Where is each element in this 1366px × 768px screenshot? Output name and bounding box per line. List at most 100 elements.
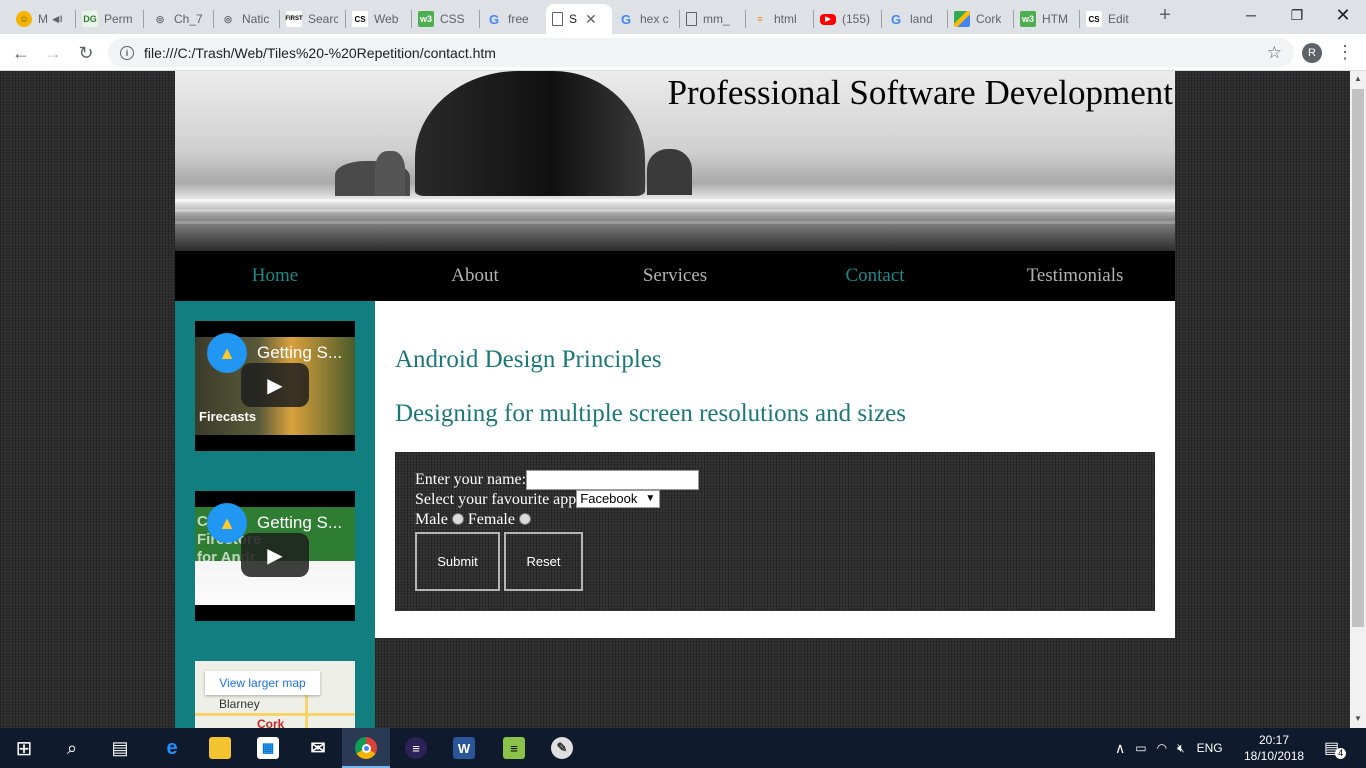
taskbar-eclipse[interactable]: ≡ <box>392 728 440 768</box>
close-window-button[interactable]: ✕ <box>1320 0 1366 30</box>
video-title[interactable]: Getting S... <box>257 343 342 363</box>
female-radio[interactable] <box>518 513 531 525</box>
taskbar-store[interactable]: ▦ <box>244 728 292 768</box>
browser-tab[interactable]: CS Edit <box>1080 4 1144 34</box>
browser-tab[interactable]: S ✕ <box>546 4 612 34</box>
browser-tab[interactable]: ◎ Ch_7 <box>146 4 212 34</box>
play-icon: ▶ <box>267 374 283 397</box>
browser-tab[interactable]: DG Perm <box>76 4 142 34</box>
tab-title: Web <box>374 12 399 26</box>
task-view-button[interactable]: ▤ <box>96 728 144 768</box>
taskbar-notepad-plus[interactable]: ≡ <box>490 728 538 768</box>
wifi-icon[interactable]: ◠ <box>1157 741 1167 755</box>
profile-avatar[interactable]: R <box>1302 43 1322 63</box>
tab-muted-icon[interactable]: ◀‖ <box>52 14 63 25</box>
new-tab-button[interactable]: + <box>1155 5 1175 26</box>
page-viewport: Professional Software Development Home Ab… <box>0 71 1350 728</box>
reset-button[interactable]: Reset <box>504 532 583 591</box>
search-button[interactable]: ⌕ <box>48 728 96 768</box>
stackoverflow-icon: ≡ <box>757 14 763 24</box>
info-icon[interactable]: i <box>120 45 134 60</box>
page-scrollbar[interactable]: ▲ ▼ <box>1350 71 1366 728</box>
tab-title: Cork <box>976 12 1002 26</box>
mail-icon: ✉ <box>310 737 326 758</box>
taskbar-paint[interactable]: ✎ <box>538 728 586 768</box>
cs-icon: CS <box>1086 11 1102 27</box>
nav-testimonials[interactable]: Testimonials <box>975 251 1175 301</box>
map-city-label: Cork <box>257 717 285 728</box>
taskbar-mail[interactable]: ✉ <box>294 728 342 768</box>
url-text[interactable]: file:///C:/Trash/Web/Tiles%20-%20Repetit… <box>144 45 1267 61</box>
tray-chevron-icon[interactable]: ∧ <box>1115 740 1125 757</box>
tab-title: land <box>910 12 933 26</box>
taskbar-edge[interactable]: e <box>148 728 196 768</box>
scrollbar-thumb[interactable] <box>1352 89 1364 627</box>
volume-muted-icon[interactable]: 🔇︎ <box>1177 741 1185 756</box>
system-tray: ∧ ▭ ◠ 🔇︎ ENG <box>1115 728 1223 768</box>
browser-tab[interactable]: Gfree <box>480 4 544 34</box>
submit-button[interactable]: Submit <box>415 532 500 591</box>
banner-sea-stack <box>415 71 645 196</box>
w3-icon: w3 <box>1020 11 1036 27</box>
back-button[interactable]: ← <box>8 40 34 66</box>
forward-button[interactable]: → <box>40 40 66 66</box>
taskbar-file-explorer[interactable] <box>196 728 244 768</box>
sidebar: ▲ Getting S... ▶ Firecasts C Firestore f… <box>175 301 375 728</box>
browser-tab[interactable]: w3 HTM <box>1014 4 1078 34</box>
browser-tab[interactable]: ☺ M ◀‖ <box>10 4 74 34</box>
nav-home[interactable]: Home <box>175 251 375 301</box>
reload-button[interactable]: ↻ <box>73 40 99 66</box>
nav-contact[interactable]: Contact <box>775 251 975 301</box>
restore-icon: ❐ <box>1290 6 1304 23</box>
video-embed-firestore[interactable]: C Firestore for Andr ▲ Getting S... ▶ <box>195 491 355 621</box>
nav-services[interactable]: Services <box>575 251 775 301</box>
app-select[interactable]: Facebook ▼ <box>576 490 661 508</box>
browser-tab[interactable]: mm_ <box>680 4 744 34</box>
language-indicator[interactable]: ENG <box>1197 741 1223 755</box>
taskbar-word[interactable]: W <box>440 728 488 768</box>
action-center[interactable]: ▤ 4 <box>1324 728 1347 768</box>
dg-icon: DG <box>82 11 98 27</box>
start-button[interactable]: ⊞ <box>0 728 48 768</box>
browser-tab[interactable]: Cork <box>948 4 1012 34</box>
play-icon: ▶ <box>267 544 283 567</box>
browser-tab[interactable]: Ghex c <box>612 4 678 34</box>
system-clock[interactable]: 20:17 18/10/2018 <box>1244 732 1304 764</box>
close-tab-icon[interactable]: ✕ <box>585 11 597 28</box>
play-button[interactable]: ▶ <box>241 533 309 577</box>
name-input[interactable] <box>526 470 700 490</box>
video-title[interactable]: Getting S... <box>257 513 342 533</box>
paint-palette-icon: ✎ <box>551 737 573 759</box>
firebase-logo-icon: ▲ <box>207 333 247 373</box>
play-button[interactable]: ▶ <box>241 363 309 407</box>
browser-tab[interactable]: Gland <box>882 4 946 34</box>
browser-tab[interactable]: w3 CSS <box>412 4 478 34</box>
browser-menu-icon[interactable]: ⋮ <box>1336 41 1354 63</box>
scroll-up-icon[interactable]: ▲ <box>1354 74 1362 83</box>
tab-title: Natic <box>242 12 270 26</box>
google-icon: G <box>620 11 632 27</box>
browser-tab[interactable]: ≡ html <box>746 4 812 34</box>
page-icon <box>552 12 563 26</box>
tab-title: hex c <box>640 12 669 26</box>
edge-icon: e <box>166 736 178 759</box>
scroll-down-icon[interactable]: ▼ <box>1354 714 1362 723</box>
browser-tab[interactable]: FIRST Searc <box>280 4 344 34</box>
tab-title: HTM <box>1042 12 1068 26</box>
bookmark-star-icon[interactable]: ☆ <box>1267 43 1282 63</box>
map-embed[interactable]: View larger map Blarney Cork <box>195 661 355 728</box>
browser-tab[interactable]: CS Web <box>346 4 410 34</box>
battery-icon[interactable]: ▭ <box>1135 741 1146 755</box>
address-bar[interactable]: i file:///C:/Trash/Web/Tiles%20-%20Repet… <box>108 38 1294 67</box>
browser-tab[interactable]: ▶ (155) <box>814 4 880 34</box>
male-radio[interactable] <box>451 513 464 525</box>
nav-about[interactable]: About <box>375 251 575 301</box>
minimize-button[interactable]: ─ <box>1228 0 1274 30</box>
taskbar-chrome[interactable] <box>342 728 390 768</box>
store-icon: ▦ <box>257 737 279 759</box>
browser-tab[interactable]: ◎ Natic <box>214 4 278 34</box>
view-larger-map-link[interactable]: View larger map <box>205 671 320 695</box>
dropdown-arrow-icon: ▼ <box>645 493 656 504</box>
restore-button[interactable]: ❐ <box>1274 0 1320 30</box>
video-embed-firecasts[interactable]: ▲ Getting S... ▶ Firecasts <box>195 321 355 451</box>
